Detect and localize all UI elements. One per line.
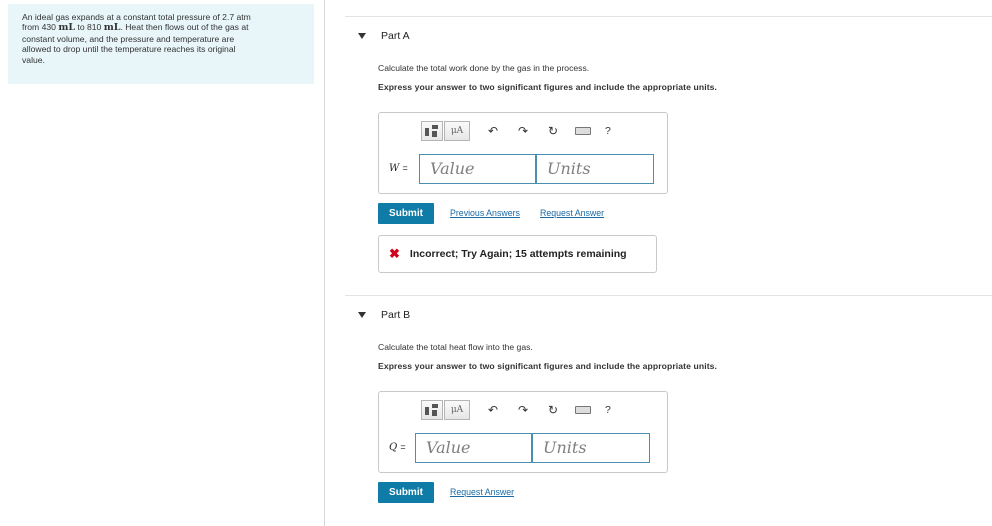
math-toolbar: μA ↶ ↷ ↻ ? (421, 400, 611, 420)
problem-text: from 430 (22, 22, 59, 33)
part-a-instruction: Express your answer to two significant f… (378, 82, 718, 92)
part-b-header[interactable]: Part B (358, 309, 410, 321)
problem-statement: An ideal gas expands at a constant total… (8, 4, 314, 84)
part-b-title: Part B (381, 309, 411, 321)
part-b-request-answer-link[interactable]: Request Answer (450, 487, 514, 497)
part-a-submit-button[interactable]: Submit (378, 203, 434, 224)
feedback-box: ✖ Incorrect; Try Again; 15 attempts rema… (378, 235, 657, 273)
part-b-question: Calculate the total heat flow into the g… (378, 342, 533, 352)
undo-icon[interactable]: ↶ (485, 402, 501, 418)
template-icon (425, 125, 439, 137)
part-a-header[interactable]: Part A (358, 30, 410, 42)
part-b-submit-button[interactable]: Submit (378, 482, 434, 503)
keyboard-icon[interactable] (575, 127, 591, 135)
value-input[interactable]: Value (415, 433, 532, 463)
reset-icon[interactable]: ↻ (545, 402, 561, 418)
part-b-answer-box: μA ↶ ↷ ↻ ? Q = Value Units (378, 391, 668, 473)
units-button[interactable]: μA (444, 400, 470, 420)
caret-down-icon[interactable] (358, 312, 366, 318)
column-divider (324, 0, 325, 526)
previous-answers-link[interactable]: Previous Answers (450, 208, 520, 218)
undo-icon[interactable]: ↶ (485, 123, 501, 139)
variable-name: W (389, 163, 400, 174)
redo-icon[interactable]: ↷ (515, 402, 531, 418)
problem-line: constant volume, and the pressure and te… (22, 33, 235, 44)
variable-label: Q = (389, 442, 406, 453)
template-button[interactable] (421, 121, 443, 141)
part-b-instruction: Express your answer to two significant f… (378, 361, 718, 371)
keyboard-icon[interactable] (575, 406, 591, 414)
x-icon: ✖ (389, 246, 400, 261)
equals-sign: = (402, 163, 408, 173)
caret-down-icon[interactable] (358, 33, 366, 39)
part-separator (345, 295, 992, 296)
part-separator (345, 16, 992, 17)
problem-line: allowed to drop until the temperature re… (22, 44, 236, 55)
problem-line: value. (22, 54, 45, 65)
variable-name: Q (389, 442, 398, 453)
help-icon[interactable]: ? (605, 125, 611, 137)
unit-ml: mL (103, 22, 121, 34)
equals-sign: = (400, 442, 406, 452)
variable-label: W = (389, 163, 408, 174)
problem-line: An ideal gas expands at a constant total… (22, 12, 251, 22)
math-toolbar: μA ↶ ↷ ↻ ? (421, 121, 611, 141)
units-input[interactable]: Units (536, 154, 654, 184)
template-icon (425, 404, 439, 416)
units-input[interactable]: Units (532, 433, 650, 463)
units-button[interactable]: μA (444, 121, 470, 141)
unit-ml: mL (58, 22, 76, 34)
problem-text: to 810 (75, 22, 104, 33)
problem-line: from 430 mL to 810 mL. Heat then flows o… (22, 22, 304, 33)
problem-text: . Heat then flows out of the gas at (120, 22, 249, 33)
part-a-request-answer-link[interactable]: Request Answer (540, 208, 604, 218)
template-button[interactable] (421, 400, 443, 420)
feedback-text: Incorrect; Try Again; 15 attempts remain… (409, 248, 627, 260)
reset-icon[interactable]: ↻ (545, 123, 561, 139)
part-a-title: Part A (381, 30, 410, 42)
value-input[interactable]: Value (419, 154, 536, 184)
part-a-question: Calculate the total work done by the gas… (378, 63, 590, 73)
part-a-answer-box: μA ↶ ↷ ↻ ? W = Value Units (378, 112, 668, 194)
help-icon[interactable]: ? (605, 404, 611, 416)
redo-icon[interactable]: ↷ (515, 123, 531, 139)
